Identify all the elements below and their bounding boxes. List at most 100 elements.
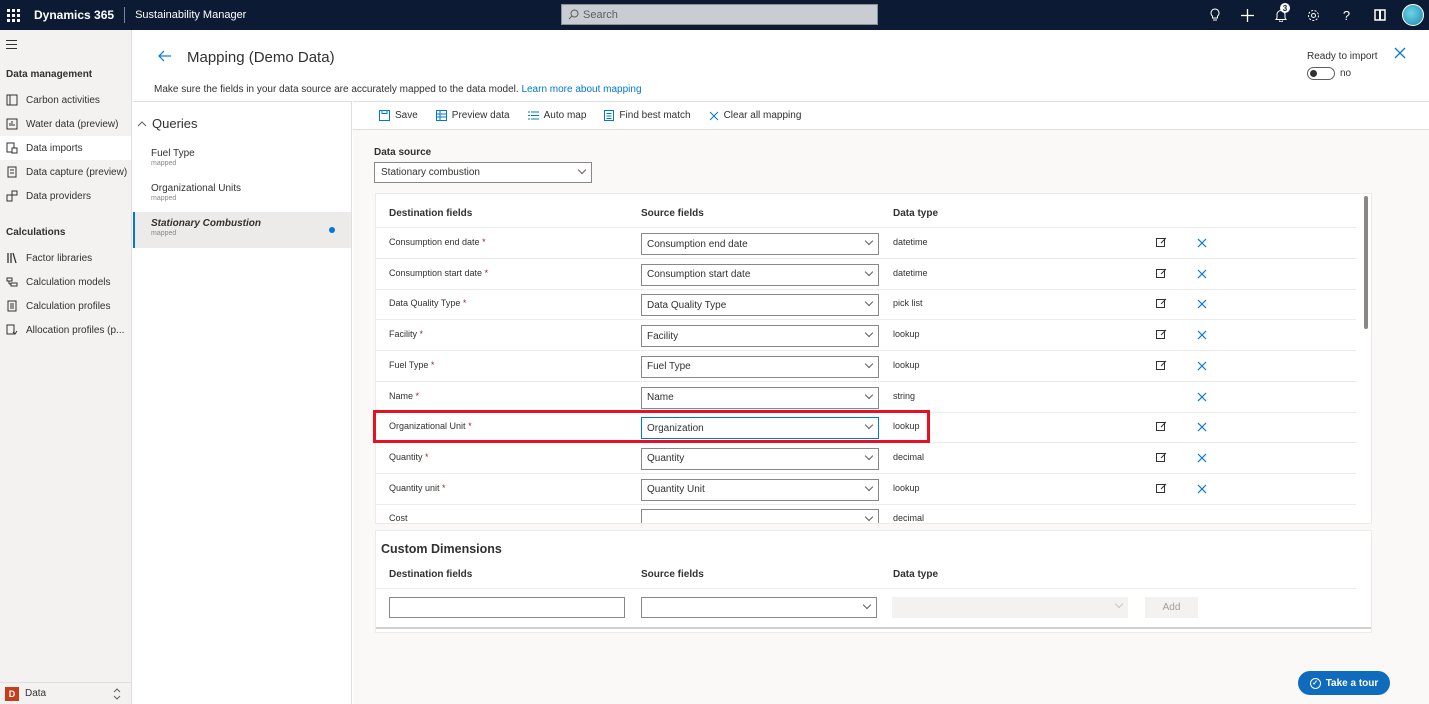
data-source-dropdown[interactable]: Stationary combustion [374, 162, 592, 183]
edit-icon[interactable] [1156, 360, 1167, 371]
cd-source-dropdown[interactable] [641, 597, 877, 618]
remove-mapping-icon[interactable] [1197, 330, 1207, 340]
cd-scrollbar[interactable] [376, 627, 1371, 629]
query-item-organizational-units[interactable]: Organizational Units mapped [133, 177, 351, 213]
learn-more-link[interactable]: Learn more about mapping [521, 84, 641, 95]
preview-label: Preview data [451, 110, 510, 121]
source-field-dropdown[interactable]: Quantity [641, 447, 879, 470]
cd-destination-input[interactable] [389, 597, 625, 618]
save-button[interactable]: Save [379, 110, 418, 121]
destination-field: Quantity unit * [389, 483, 446, 493]
plus-icon[interactable] [1231, 0, 1264, 30]
brand-name[interactable]: Dynamics 365 [34, 8, 114, 22]
calculation-profiles-icon [6, 300, 18, 312]
chevron-down-icon [864, 236, 874, 246]
edit-icon[interactable] [1156, 483, 1167, 494]
edit-icon[interactable] [1156, 421, 1167, 432]
search-icon [568, 9, 579, 20]
custom-dimensions-title: Custom Dimensions [381, 542, 502, 556]
required-marker: * [425, 451, 429, 462]
source-field-dropdown[interactable]: Name [641, 386, 879, 409]
remove-mapping-icon[interactable] [1197, 392, 1207, 402]
page-title: Mapping (Demo Data) [187, 49, 335, 66]
source-field-dropdown[interactable]: Quantity Unit [641, 478, 879, 501]
help-icon[interactable]: ? [1330, 0, 1363, 30]
teams-icon[interactable] [1363, 0, 1396, 30]
nav-item-data-providers[interactable]: Data providers [0, 184, 131, 208]
nav-item-data-imports[interactable]: Data imports [0, 136, 131, 160]
hamburger-menu-icon[interactable] [6, 40, 17, 52]
remove-mapping-icon[interactable] [1197, 484, 1207, 494]
close-icon[interactable] [1394, 46, 1406, 64]
query-status: mapped [151, 230, 177, 237]
data-capture-icon [6, 166, 18, 178]
remove-mapping-icon[interactable] [1197, 269, 1207, 279]
remove-mapping-icon[interactable] [1197, 422, 1207, 432]
table-icon [435, 110, 447, 121]
remove-mapping-icon[interactable] [1197, 238, 1207, 248]
take-a-tour-button[interactable]: ✓ Take a tour [1298, 671, 1390, 695]
query-item-fuel-type[interactable]: Fuel Type mapped [133, 142, 351, 178]
nav-item-label: Data imports [26, 142, 83, 154]
mapping-table: Destination fields Source fields Data ty… [375, 193, 1372, 524]
avatar-icon [1401, 4, 1424, 26]
nav-item-calculation-models[interactable]: Calculation models [0, 270, 131, 294]
query-item-stationary-combustion[interactable]: Stationary Combustion mapped [133, 212, 351, 248]
edit-icon[interactable] [1156, 298, 1167, 309]
queries-heading[interactable]: Queries [137, 116, 198, 131]
find-best-match-button[interactable]: Find best match [604, 110, 691, 121]
take-a-tour-label: Take a tour [1325, 677, 1379, 689]
search-box[interactable]: Search [561, 4, 878, 25]
factor-libraries-icon [6, 252, 18, 264]
edit-icon[interactable] [1156, 329, 1167, 340]
source-field-dropdown[interactable]: Consumption start date [641, 263, 879, 286]
query-name: Fuel Type [151, 148, 195, 159]
table-row: Facility * Facility lookup [376, 320, 1356, 352]
notifications-icon[interactable]: 3 [1264, 0, 1297, 30]
nav-item-allocation-profiles[interactable]: Allocation profiles (p... [0, 318, 131, 342]
source-field-value: Quantity [647, 453, 685, 465]
query-status: mapped [151, 160, 177, 167]
table-scrollbar[interactable] [1364, 196, 1368, 329]
app-launcher-icon[interactable] [0, 0, 26, 30]
query-status: mapped [151, 195, 177, 202]
back-arrow-icon[interactable] [158, 49, 172, 67]
source-field-dropdown[interactable]: Facility [641, 325, 879, 348]
remove-mapping-icon[interactable] [1197, 361, 1207, 371]
nav-item-carbon-activities[interactable]: Carbon activities [0, 88, 131, 112]
edit-icon[interactable] [1156, 452, 1167, 463]
nav-item-water-data[interactable]: Water data (preview) [0, 112, 131, 136]
source-field-dropdown[interactable]: Consumption end date [641, 233, 879, 255]
source-field-value: Data Quality Type [647, 299, 727, 311]
remove-mapping-icon[interactable] [1197, 299, 1207, 309]
table-row: Quantity unit * Quantity Unit lookup [376, 474, 1356, 505]
user-avatar[interactable] [1396, 0, 1429, 30]
settings-icon[interactable] [1297, 0, 1330, 30]
preview-data-button[interactable]: Preview data [435, 110, 510, 121]
clear-all-mapping-button[interactable]: Clear all mapping [709, 110, 801, 121]
area-switcher[interactable]: D Data [0, 682, 131, 704]
app-name[interactable]: Sustainability Manager [135, 9, 246, 21]
lightbulb-icon[interactable] [1198, 0, 1231, 30]
auto-map-button[interactable]: Auto map [527, 110, 586, 121]
nav-item-calculation-profiles[interactable]: Calculation profiles [0, 294, 131, 318]
data-type: datetime [893, 237, 928, 247]
nav-item-label: Allocation profiles (p... [26, 324, 125, 336]
destination-field: Facility * [389, 329, 423, 339]
query-name: Stationary Combustion [151, 218, 262, 229]
edit-icon[interactable] [1156, 237, 1167, 248]
source-field-dropdown[interactable]: Fuel Type [641, 355, 879, 378]
save-icon [379, 110, 390, 121]
source-field-dropdown[interactable] [641, 509, 879, 523]
data-source-value: Stationary combustion [381, 167, 480, 178]
source-field-dropdown[interactable]: Data Quality Type [641, 294, 879, 317]
add-button[interactable]: Add [1145, 597, 1198, 618]
data-type: lookup [893, 359, 920, 370]
nav-item-label: Calculation profiles [26, 300, 111, 312]
required-marker: * [442, 482, 446, 493]
edit-icon[interactable] [1156, 268, 1167, 279]
ready-to-import-toggle[interactable] [1307, 67, 1335, 80]
nav-item-factor-libraries[interactable]: Factor libraries [0, 246, 131, 270]
remove-mapping-icon[interactable] [1197, 453, 1207, 463]
nav-item-data-capture[interactable]: Data capture (preview) [0, 160, 131, 184]
